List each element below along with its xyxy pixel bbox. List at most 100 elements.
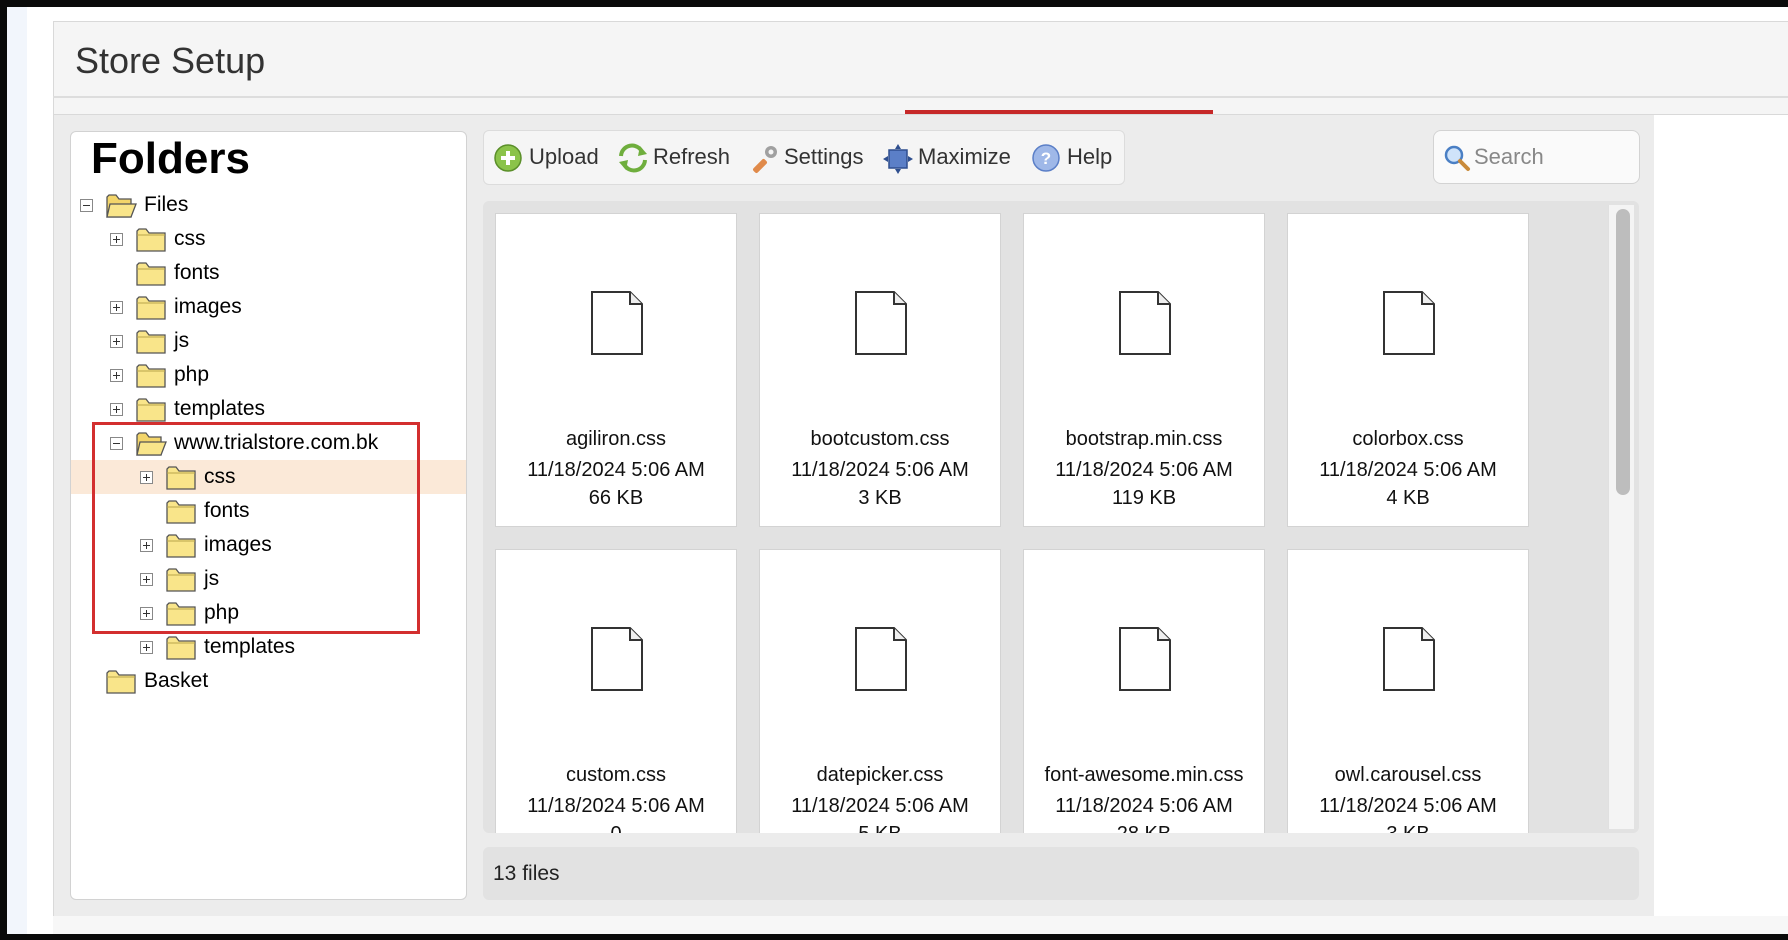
maximize-button[interactable]: Maximize: [882, 141, 1017, 174]
wrench-icon: [753, 146, 777, 173]
file-size: 4 KB: [1386, 487, 1430, 509]
tree-item-label: php: [174, 363, 210, 386]
tree-item[interactable]: fonts: [71, 494, 466, 528]
expand-icon[interactable]: [140, 607, 153, 620]
tree-item[interactable]: css: [71, 222, 466, 256]
tree-item[interactable]: fonts: [71, 256, 466, 290]
file-grid: agiliron.css 11/18/2024 5:06 AM 66 KB bootc…: [483, 201, 1639, 833]
tree-item[interactable]: templates: [71, 630, 466, 664]
collapse-icon[interactable]: [80, 199, 93, 212]
header-divider: [53, 96, 1788, 98]
file-date: 11/18/2024 5:06 AM: [527, 459, 705, 481]
file-card[interactable]: font-awesome.min.css 11/18/2024 5:06 AM 28…: [1023, 549, 1265, 833]
search-input[interactable]: [1474, 141, 1632, 173]
document-icon: [590, 290, 644, 356]
help-button[interactable]: ? Help: [1031, 141, 1116, 173]
window-frame-top: [0, 0, 1788, 7]
refresh-button[interactable]: Refresh: [617, 141, 732, 173]
search-box: [1433, 130, 1640, 184]
file-card[interactable]: custom.css 11/18/2024 5:06 AM 0: [495, 549, 737, 833]
file-date: 11/18/2024 5:06 AM: [1319, 795, 1497, 817]
active-tab-indicator: [905, 110, 1213, 114]
expand-icon[interactable]: [110, 233, 123, 246]
tree-item[interactable]: images: [71, 290, 466, 324]
tree-item[interactable]: images: [71, 528, 466, 562]
file-card[interactable]: datepicker.css 11/18/2024 5:06 AM 5 KB: [759, 549, 1001, 833]
bottom-margin: [53, 916, 1788, 934]
file-card[interactable]: bootcustom.css 11/18/2024 5:06 AM 3 KB: [759, 213, 1001, 527]
file-date: 11/18/2024 5:06 AM: [527, 795, 705, 817]
window-frame-bottom: [0, 934, 1788, 940]
tree-item[interactable]: css: [71, 460, 466, 494]
tree-item-label: js: [204, 567, 220, 590]
help-icon: ?: [1032, 144, 1060, 172]
page-header: [53, 21, 1788, 115]
document-icon: [854, 626, 908, 692]
document-icon: [590, 626, 644, 692]
tree-item-label: images: [174, 295, 242, 318]
tree-item[interactable]: php: [71, 596, 466, 630]
file-size: 5 KB: [760, 823, 1000, 833]
document-icon: [854, 290, 908, 356]
expand-icon[interactable]: [140, 641, 153, 654]
document-icon: [1382, 290, 1436, 356]
maximize-icon: [883, 144, 913, 174]
file-name: custom.css: [565, 764, 667, 786]
tree-item[interactable]: Files: [71, 188, 466, 222]
file-card[interactable]: colorbox.css 11/18/2024 5:06 AM 4 KB: [1287, 213, 1529, 527]
folder-icon: [165, 565, 197, 593]
window-frame-left: [0, 0, 7, 940]
file-date: 11/18/2024 5:06 AM: [1319, 459, 1497, 481]
settings-button[interactable]: Settings: [748, 141, 868, 173]
file-card[interactable]: owl.carousel.css 11/18/2024 5:06 AM 3 KB: [1287, 549, 1529, 833]
tree-item-label: templates: [174, 397, 266, 420]
tree-item[interactable]: php: [71, 358, 466, 392]
tree-item-label: js: [174, 329, 190, 352]
tree-item-label: images: [204, 533, 272, 556]
document-icon: [1118, 290, 1172, 356]
expand-icon[interactable]: [140, 471, 153, 484]
upload-button[interactable]: Upload: [493, 141, 599, 173]
folders-title: Folders: [91, 134, 250, 183]
tree-item[interactable]: js: [71, 562, 466, 596]
tree-item[interactable]: www.trialstore.com.bk: [71, 426, 466, 460]
tree-item[interactable]: templates: [71, 392, 466, 426]
expand-icon[interactable]: [140, 573, 153, 586]
folder-icon: [165, 463, 197, 491]
folder-icon: [135, 293, 167, 321]
file-size: 28 KB: [1024, 823, 1264, 833]
tree-item-label: css: [204, 465, 236, 488]
folder-icon: [165, 497, 197, 525]
scrollbar-thumb[interactable]: [1616, 209, 1630, 495]
document-icon: [1382, 626, 1436, 692]
svg-text:?: ?: [1041, 149, 1051, 168]
folder-icon: [135, 327, 167, 355]
file-size: 66 KB: [588, 487, 644, 509]
tree-item-label: www.trialstore.com.bk: [174, 431, 379, 454]
file-name: bootstrap.min.css: [1065, 428, 1223, 450]
collapse-icon[interactable]: [110, 437, 123, 450]
file-date: 11/18/2024 5:06 AM: [791, 459, 969, 481]
expand-icon[interactable]: [110, 369, 123, 382]
file-card[interactable]: bootstrap.min.css 11/18/2024 5:06 AM 119 K…: [1023, 213, 1265, 527]
folder-icon: [135, 361, 167, 389]
file-name: datepicker.css: [816, 764, 944, 786]
status-bar: 13 files: [483, 847, 1639, 900]
folder-icon: [165, 531, 197, 559]
expand-icon[interactable]: [110, 403, 123, 416]
expand-icon[interactable]: [140, 539, 153, 552]
tree-item[interactable]: Basket: [71, 664, 466, 698]
upload-icon: [494, 144, 522, 172]
file-card[interactable]: agiliron.css 11/18/2024 5:06 AM 66 KB: [495, 213, 737, 527]
expand-icon[interactable]: [110, 335, 123, 348]
tree-item-label: fonts: [204, 499, 250, 522]
folder-icon: [165, 599, 197, 627]
tree-item-label: Files: [144, 193, 189, 216]
file-size: 3 KB: [858, 487, 902, 509]
expand-icon[interactable]: [110, 301, 123, 314]
file-name: bootcustom.css: [810, 428, 950, 450]
folder-icon: [165, 633, 197, 661]
tree-item[interactable]: js: [71, 324, 466, 358]
tree-item-label: templates: [204, 635, 296, 658]
tree-item-label: fonts: [174, 261, 220, 284]
